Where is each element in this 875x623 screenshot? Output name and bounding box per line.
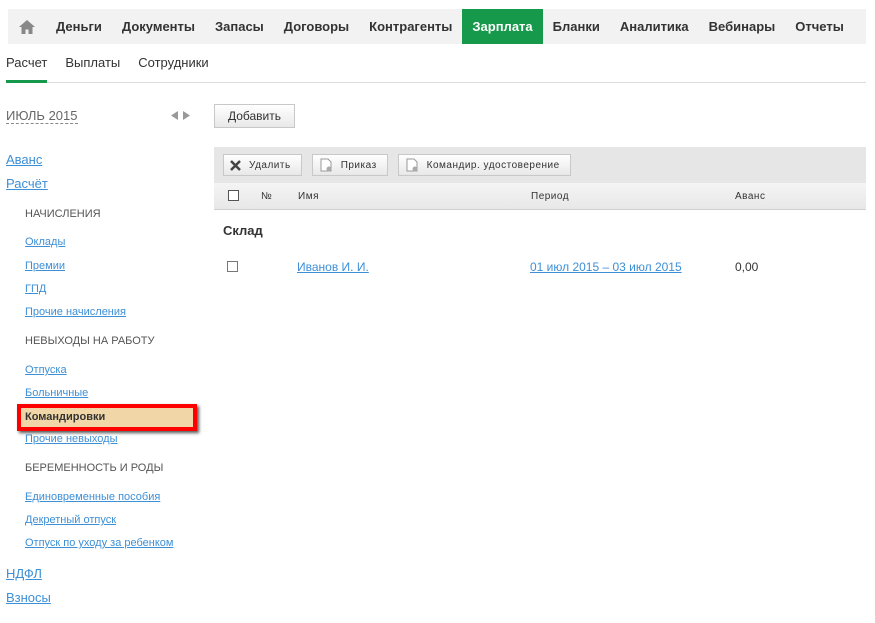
nav-money[interactable]: Деньги bbox=[46, 9, 112, 44]
col-name: Имя bbox=[298, 191, 319, 202]
link-maternity[interactable]: Декретный отпуск bbox=[25, 514, 116, 526]
document-icon bbox=[320, 158, 332, 172]
top-nav: Деньги Документы Запасы Договоры Контраг… bbox=[8, 9, 866, 44]
nav-documents[interactable]: Документы bbox=[112, 9, 205, 44]
nav-stock[interactable]: Запасы bbox=[205, 9, 274, 44]
link-salaries[interactable]: Оклады bbox=[25, 236, 65, 248]
nav-webinars[interactable]: Вебинары bbox=[699, 9, 786, 44]
delete-label: Удалить bbox=[249, 159, 291, 171]
nav-analytics[interactable]: Аналитика bbox=[610, 9, 699, 44]
table-row: Иванов И. И. 01 июл 2015 – 03 июл 2015 0… bbox=[214, 258, 866, 276]
link-sick-leave[interactable]: Больничные bbox=[25, 387, 88, 399]
tab-payments[interactable]: Выплаты bbox=[65, 54, 120, 83]
section-pregnancy: БЕРЕМЕННОСТЬ И РОДЫ bbox=[25, 462, 164, 474]
link-raschet[interactable]: Расчёт bbox=[6, 176, 48, 191]
nav-contractors[interactable]: Контрагенты bbox=[359, 9, 462, 44]
close-icon bbox=[230, 159, 241, 171]
col-period: Период bbox=[531, 191, 570, 202]
table-header: № Имя Период Аванс bbox=[214, 183, 866, 210]
section-accruals: НАЧИСЛЕНИЯ bbox=[25, 208, 101, 220]
col-number: № bbox=[261, 191, 273, 202]
tab-raschet[interactable]: Расчет bbox=[6, 54, 48, 83]
group-title: Склад bbox=[223, 223, 263, 238]
col-avans: Аванс bbox=[735, 191, 766, 202]
certificate-button[interactable]: Командир. удостоверение bbox=[397, 154, 571, 176]
home-icon[interactable] bbox=[8, 9, 46, 44]
sub-tabs: Расчет Выплаты Сотрудники bbox=[6, 54, 866, 83]
select-all-checkbox[interactable] bbox=[228, 190, 239, 201]
link-other-absences[interactable]: Прочие невыходы bbox=[25, 433, 117, 445]
employee-link[interactable]: Иванов И. И. bbox=[297, 260, 369, 274]
nav-reports[interactable]: Отчеты bbox=[785, 9, 854, 44]
row-checkbox[interactable] bbox=[227, 261, 238, 272]
next-month-icon[interactable] bbox=[183, 111, 190, 120]
document-icon bbox=[406, 158, 418, 172]
period-link[interactable]: 01 июл 2015 – 03 июл 2015 bbox=[530, 260, 682, 274]
toolbar: Удалить Приказ Командир. удостоверение bbox=[214, 147, 866, 183]
tab-employees[interactable]: Сотрудники bbox=[138, 54, 208, 83]
link-avans[interactable]: Аванс bbox=[6, 152, 42, 167]
prev-month-icon[interactable] bbox=[171, 111, 178, 120]
nav-forms[interactable]: Бланки bbox=[543, 9, 610, 44]
sidebar-item-business-trips[interactable]: Командировки bbox=[17, 404, 197, 431]
link-childcare[interactable]: Отпуск по уходу за ребенком bbox=[25, 537, 173, 549]
certificate-label: Командир. удостоверение bbox=[426, 159, 560, 171]
delete-button[interactable]: Удалить bbox=[223, 154, 302, 176]
link-other-accruals[interactable]: Прочие начисления bbox=[25, 306, 126, 318]
link-ndfl[interactable]: НДФЛ bbox=[6, 566, 42, 581]
link-vacations[interactable]: Отпуска bbox=[25, 364, 67, 376]
month-selector[interactable]: ИЮЛЬ 2015 bbox=[6, 108, 78, 124]
link-gpd[interactable]: ГПД bbox=[25, 283, 46, 295]
link-bonuses[interactable]: Премии bbox=[25, 260, 65, 272]
nav-salary[interactable]: Зарплата bbox=[462, 9, 543, 44]
section-absences: НЕВЫХОДЫ НА РАБОТУ bbox=[25, 335, 155, 347]
avans-value: 0,00 bbox=[735, 260, 759, 274]
order-label: Приказ bbox=[340, 159, 377, 171]
link-contributions[interactable]: Взносы bbox=[6, 590, 51, 605]
add-button[interactable]: Добавить bbox=[214, 104, 295, 128]
link-lump-sum[interactable]: Единовременные пособия bbox=[25, 491, 160, 503]
order-button[interactable]: Приказ bbox=[311, 154, 388, 176]
nav-contracts[interactable]: Договоры bbox=[274, 9, 359, 44]
